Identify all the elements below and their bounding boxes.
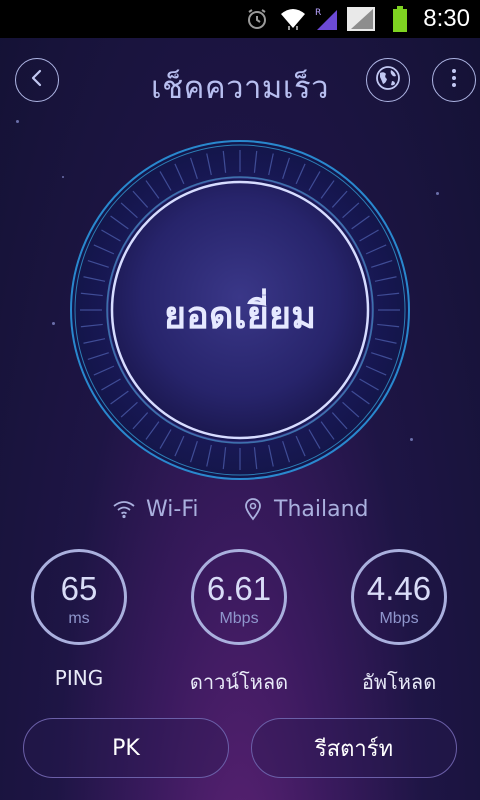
battery-icon [390, 0, 410, 38]
globe-icon [374, 64, 402, 96]
speed-result-label: ยอดเยี่ยม [163, 293, 317, 337]
download-unit: Mbps [219, 610, 259, 627]
more-vert-icon [450, 68, 458, 92]
star-decoration [436, 192, 439, 195]
star-decoration [62, 176, 64, 178]
restart-button[interactable]: รีสตาร์ท [251, 718, 457, 778]
star-decoration [16, 120, 19, 123]
cell-signal-icon [344, 0, 378, 38]
network-type: Wi-Fi [112, 493, 199, 525]
cell-signal-r-icon: R [312, 0, 342, 38]
more-button[interactable] [432, 58, 476, 102]
status-time: 8:30 [423, 5, 470, 32]
status-bar: R 8:30 [0, 0, 480, 38]
ping-gauge: 65 ms [31, 549, 127, 645]
alarm-icon [244, 0, 270, 38]
page-title: เช็คความเร็ว [150, 70, 329, 106]
ping-label: PING [54, 666, 104, 690]
download-label: ดาวน์โหลด [189, 670, 289, 694]
pk-button[interactable]: PK [23, 718, 229, 778]
upload-label: อัพโหลด [361, 670, 437, 694]
upload-value: 4.46 [366, 570, 432, 607]
wifi-icon [278, 0, 308, 38]
globe-button[interactable] [366, 58, 410, 102]
network-location: Thailand [244, 493, 368, 525]
download-value: 6.61 [206, 570, 272, 607]
star-decoration [52, 322, 55, 325]
network-type-label: Wi-Fi [146, 496, 199, 522]
svg-text:R: R [315, 8, 321, 18]
ping-value: 65 [60, 570, 98, 607]
upload-unit: Mbps [379, 610, 419, 627]
location-label: Thailand [274, 496, 369, 522]
ping-unit: ms [68, 610, 90, 627]
download-gauge: 6.61 Mbps [191, 549, 287, 645]
upload-gauge: 4.46 Mbps [351, 549, 447, 645]
wifi-icon [112, 499, 136, 519]
back-arrow-icon [27, 68, 47, 92]
back-button[interactable] [15, 58, 59, 102]
location-pin-icon [244, 497, 262, 521]
